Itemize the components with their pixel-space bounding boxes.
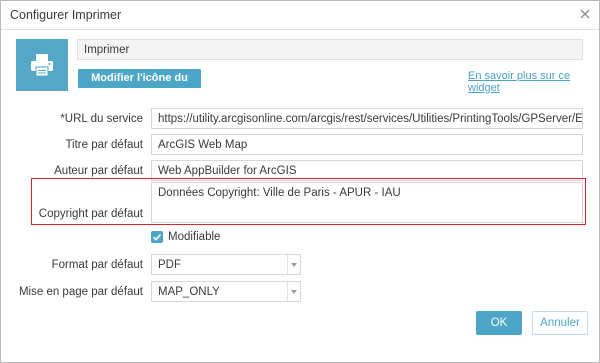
cancel-button[interactable]: Annuler: [532, 311, 588, 335]
chevron-down-icon: [287, 255, 300, 274]
service-url-input[interactable]: https://utility.arcgisonline.com/arcgis/…: [151, 108, 583, 129]
ok-button[interactable]: OK: [476, 311, 522, 335]
widget-icon-preview: [16, 39, 68, 91]
widget-name-input[interactable]: [77, 39, 583, 60]
default-layout-value: MAP_ONLY: [158, 286, 220, 298]
editable-label: Modifiable: [168, 231, 221, 243]
default-title-label: Titre par défaut: [65, 139, 143, 151]
dialog: Configurer Imprimer Modifier l'icône du …: [0, 0, 600, 363]
default-copyright-textarea[interactable]: Données Copyright: Ville de Paris - APUR…: [151, 182, 583, 223]
close-icon[interactable]: [577, 6, 593, 22]
default-format-label: Format par défaut: [51, 259, 143, 271]
checkmark-icon: [152, 233, 162, 241]
change-widget-icon-button[interactable]: Modifier l'icône du widget: [78, 69, 201, 103]
default-layout-select[interactable]: MAP_ONLY: [151, 281, 301, 302]
default-copyright-label: Copyright par défaut: [38, 208, 143, 220]
dialog-title: Configurer Imprimer: [10, 8, 122, 22]
default-title-input[interactable]: ArcGIS Web Map: [151, 134, 583, 155]
default-author-label: Auteur par défaut: [54, 165, 143, 177]
service-url-label: *URL du service: [60, 113, 143, 125]
default-format-value: PDF: [158, 259, 181, 271]
default-layout-label: Mise en page par défaut: [18, 286, 143, 298]
default-format-select[interactable]: PDF: [151, 254, 301, 275]
dialog-titlebar: Configurer Imprimer: [1, 1, 599, 30]
help-link[interactable]: En savoir plus sur ce widget: [468, 70, 599, 94]
chevron-down-icon: [287, 282, 300, 301]
editable-checkbox[interactable]: [151, 231, 163, 243]
